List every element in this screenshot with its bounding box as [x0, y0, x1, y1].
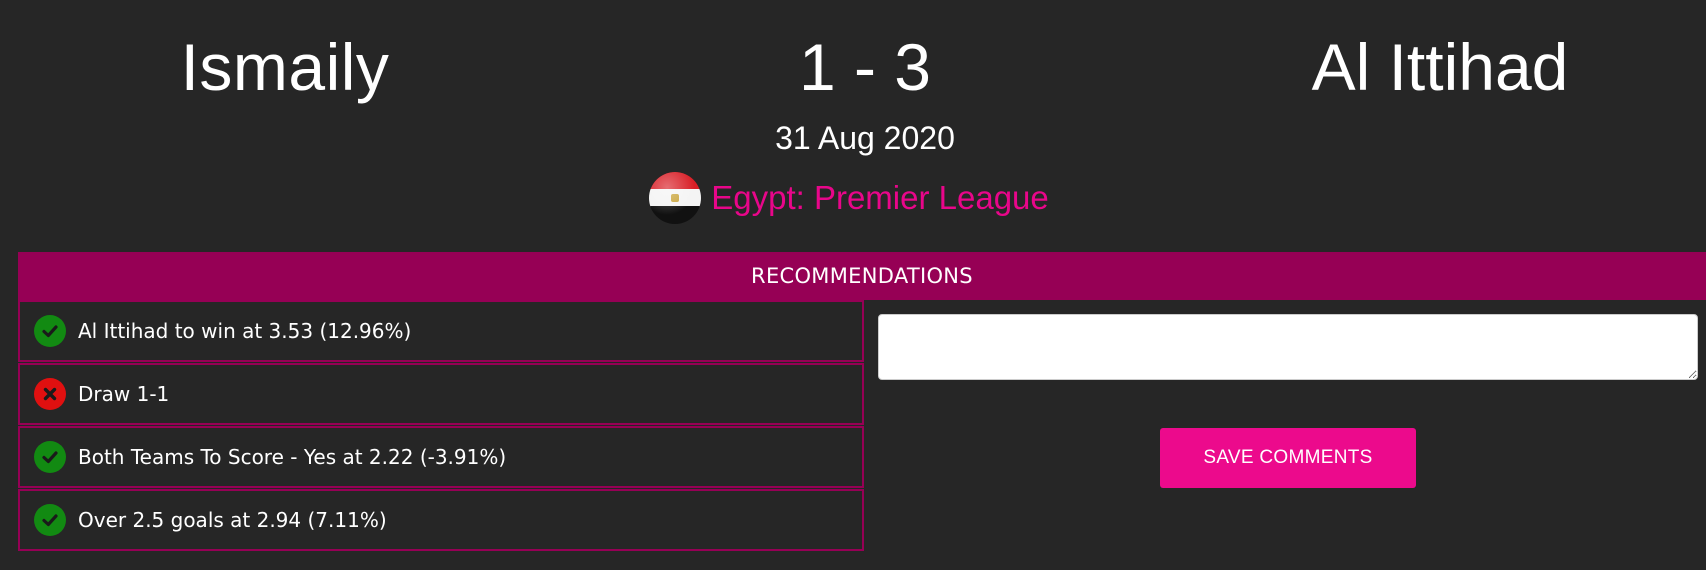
recommendations-list: Al Ittihad to win at 3.53 (12.96%) Draw …: [18, 300, 864, 552]
league-info: Egypt: Premier League: [0, 170, 1706, 226]
away-team-name: Al Ittihad: [1311, 30, 1569, 104]
league-link[interactable]: Egypt: Premier League: [649, 172, 1049, 224]
x-circle-icon: [34, 378, 66, 410]
check-circle-icon: [34, 441, 66, 473]
recommendation-text: Over 2.5 goals at 2.94 (7.11%): [78, 508, 387, 532]
match-date: 31 Aug 2020: [775, 120, 955, 156]
check-circle-icon: [34, 504, 66, 536]
recommendation-item: Over 2.5 goals at 2.94 (7.11%): [18, 489, 864, 551]
recommendation-text: Al Ittihad to win at 3.53 (12.96%): [78, 319, 412, 343]
recommendation-item: Al Ittihad to win at 3.53 (12.96%): [18, 300, 864, 362]
league-name[interactable]: Egypt: Premier League: [711, 176, 1049, 220]
recommendation-item: Both Teams To Score - Yes at 2.22 (-3.91…: [18, 426, 864, 488]
check-circle-icon: [34, 315, 66, 347]
home-team-name: Ismaily: [180, 30, 390, 104]
match-page: Ismaily 1 - 3 Al Ittihad 31 Aug 2020 Egy…: [0, 0, 1706, 570]
match-header: Ismaily 1 - 3 Al Ittihad: [0, 22, 1706, 112]
save-comments-button[interactable]: SAVE COMMENTS: [1160, 428, 1416, 488]
match-score: 1 - 3: [798, 30, 932, 104]
recommendation-text: Draw 1-1: [78, 382, 170, 406]
recommendation-item: Draw 1-1: [18, 363, 864, 425]
comments-textarea[interactable]: [878, 314, 1698, 380]
recommendation-text: Both Teams To Score - Yes at 2.22 (-3.91…: [78, 445, 507, 469]
egypt-flag-icon: [649, 172, 702, 224]
recommendations-header: RECOMMENDATIONS: [18, 252, 1706, 300]
